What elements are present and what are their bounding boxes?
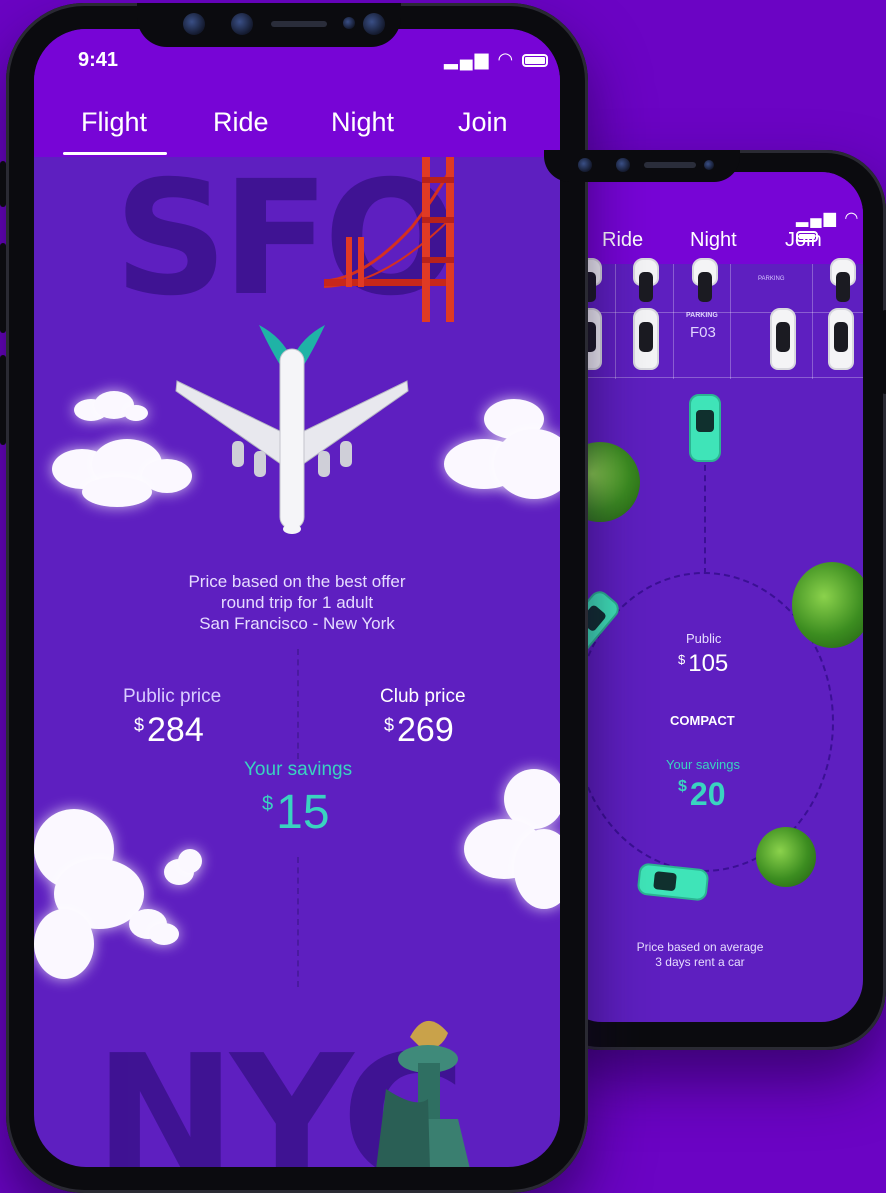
wifi-icon: ◠ [497,49,516,69]
battery-icon [522,53,549,67]
parking-spot: F03 [690,324,716,341]
flight-screen: 9:41 ▂▄▆ ◠ Flight Ride Night Join SFO Pr… [34,29,560,1167]
ride-phone-mockup: ▂▄▆ ◠ Ride Night Join PARKING PARKING F0… [540,150,886,1050]
savings-amount: $20 [678,776,726,812]
parked-car [692,258,718,302]
statue-of-liberty-image [376,1020,470,1167]
ride-footnote: Price based on average 3 days rent a car [636,940,764,969]
status-icons: ▂▄▆ ◠ [444,49,549,70]
signal-icon: ▂▄▆ [444,49,491,69]
parking-label: PARKING [686,312,718,319]
parked-car [830,258,856,302]
savings-label: Your savings [666,757,740,772]
flight-description: Price based on the best offer round trip… [188,572,406,633]
tab-night[interactable]: Night [690,229,737,252]
car-class: COMPACT [670,713,735,728]
signal-icon: ▂▄▆ [796,210,838,227]
tab-ride[interactable]: Ride [602,229,643,252]
public-price: $284 [134,711,204,749]
tab-join[interactable]: Join [785,229,822,252]
parked-car [633,258,659,302]
tab-flight[interactable]: Flight [81,107,147,138]
public-price: $105 [678,650,729,677]
rental-car-icon [689,394,721,462]
tab-join[interactable]: Join [458,107,508,138]
savings-label: Your savings [244,759,353,780]
divider [297,649,299,759]
rental-car-icon [636,862,710,902]
flight-phone-mockup: 9:41 ▂▄▆ ◠ Flight Ride Night Join SFO Pr… [0,3,588,1193]
public-label: Public [686,631,722,646]
parking-small-label: PARKING [758,276,785,282]
public-price-label: Public price [123,686,222,707]
tab-night[interactable]: Night [331,107,394,138]
status-time: 9:41 [78,49,119,71]
golden-gate-bridge-image [324,157,454,322]
tab-ride[interactable]: Ride [213,107,269,138]
tree-image [792,562,863,648]
parked-car [633,308,659,370]
parked-car [828,308,854,370]
savings-amount: $15 [262,786,330,839]
parked-car [770,308,796,370]
club-price-label: Club price [380,686,466,707]
wifi-icon: ◠ [844,210,861,227]
back-notch [544,150,740,182]
front-notch [137,3,401,47]
ride-screen: ▂▄▆ ◠ Ride Night Join PARKING PARKING F0… [560,172,863,1022]
club-price: $269 [384,711,454,749]
divider [297,857,299,987]
tree-image [756,827,816,887]
airplane-image [175,325,409,534]
